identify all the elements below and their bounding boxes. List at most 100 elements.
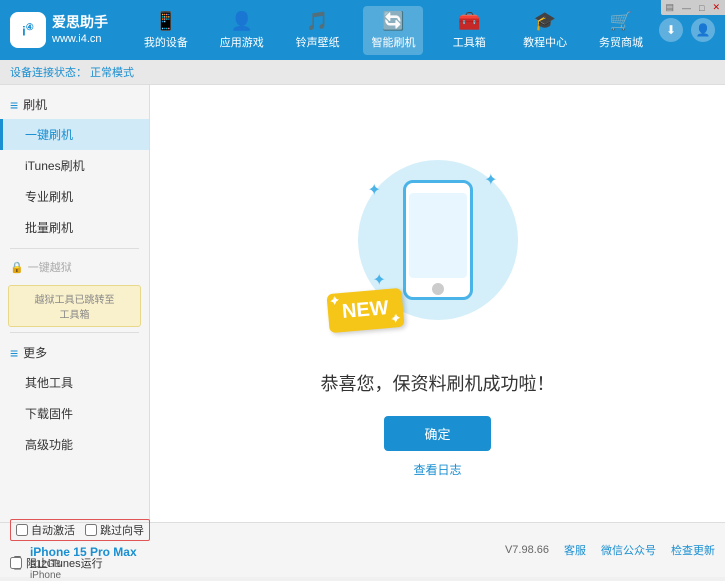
status-bar: 自动激活 跳过向导 📱 iPhone 15 Pro Max 512GB iPho…	[0, 522, 725, 577]
app-games-icon: 👤	[231, 11, 253, 32]
sidebar-more-section: ≡ 更多 其他工具 下载固件 高级功能	[0, 338, 149, 460]
breadcrumb: 设备连接状态： 正常模式	[0, 60, 725, 85]
check-update-link[interactable]: 检查更新	[671, 542, 715, 558]
sidebar-flash-header: ≡ 刷机	[0, 90, 149, 119]
ringtone-icon: 🎵	[306, 11, 328, 32]
sidebar-divider-2	[10, 332, 139, 333]
stop-itunes-checkbox[interactable]	[10, 557, 22, 569]
auto-activate-input[interactable]	[16, 524, 28, 536]
sidebar: ≡ 刷机 一键刷机 iTunes刷机 专业刷机 批量刷机 🔒 一键越狱	[0, 85, 150, 522]
sidebar-more-header: ≡ 更多	[0, 338, 149, 367]
download-firmware-label: 下载固件	[25, 407, 73, 421]
main-content: ✦ ✦ ✦ ✦ NEW ✦ 恭喜您，保资料刷机成功啦！ 确定 查看日志	[150, 85, 725, 522]
more-section-icon: ≡	[10, 345, 18, 361]
toolbox-icon: 🧰	[458, 11, 480, 32]
header-right: ⬇ 👤	[659, 18, 715, 42]
logo-subtitle: www.i4.cn	[52, 32, 108, 47]
nav-my-device-label: 我的设备	[144, 34, 188, 50]
version-text: V7.98.66	[505, 544, 549, 556]
window-controls[interactable]: ▤ — □ ✕	[661, 0, 725, 15]
my-device-icon: 📱	[155, 11, 177, 32]
nav-toolbox-label: 工具箱	[453, 34, 486, 50]
device-type: iPhone	[30, 570, 137, 581]
sparkle-top-right: ✦	[484, 170, 497, 190]
phone-screen	[409, 193, 467, 278]
confirm-button[interactable]: 确定	[384, 416, 490, 451]
itunes-flash-label: iTunes刷机	[25, 159, 85, 173]
sidebar-item-advanced[interactable]: 高级功能	[0, 429, 149, 460]
guide-input[interactable]	[85, 524, 97, 536]
breadcrumb-status: 正常模式	[90, 64, 134, 80]
phone-home-button	[432, 283, 444, 295]
sidebar-item-pro-flash[interactable]: 专业刷机	[0, 181, 149, 212]
download-button[interactable]: ⬇	[659, 18, 683, 42]
nav-app-games[interactable]: 👤 应用游戏	[212, 6, 272, 55]
sidebar-item-batch-flash[interactable]: 批量刷机	[0, 212, 149, 243]
sidebar-item-download-firmware[interactable]: 下载固件	[0, 398, 149, 429]
nav-smart-flash-label: 智能刷机	[371, 34, 415, 50]
sidebar-item-one-click-flash[interactable]: 一键刷机	[0, 119, 149, 150]
nav-app-games-label: 应用游戏	[220, 34, 264, 50]
success-message: 恭喜您，保资料刷机成功啦！	[321, 370, 555, 396]
logo-icon: i④	[10, 12, 46, 48]
flash-section-icon: ≡	[10, 97, 18, 113]
stop-itunes-label: 阻止iTunes运行	[26, 555, 103, 571]
new-badge: ✦ NEW ✦	[326, 287, 404, 332]
notice-line2: 工具箱	[15, 306, 134, 321]
sidebar-oneclick-header: 🔒 一键越狱	[0, 254, 149, 280]
auto-activate-checkbox[interactable]: 自动激活	[16, 522, 75, 538]
view-log-link[interactable]: 查看日志	[413, 461, 461, 478]
pro-flash-label: 专业刷机	[25, 190, 73, 204]
status-left: 自动激活 跳过向导 📱 iPhone 15 Pro Max 512GB iPho…	[10, 519, 150, 581]
one-click-flash-label: 一键刷机	[25, 128, 73, 142]
nav-my-device[interactable]: 📱 我的设备	[136, 6, 196, 55]
nav-service-label: 务贸商城	[599, 34, 643, 50]
sidebar-item-other-tools[interactable]: 其他工具	[0, 367, 149, 398]
smart-flash-icon: 🔄	[382, 11, 404, 32]
wifi-icon: ▤	[666, 2, 675, 13]
guide-label: 跳过向导	[100, 522, 144, 538]
sparkle-top-left: ✦	[368, 180, 381, 200]
lock-icon: 🔒	[10, 261, 24, 274]
nav-service[interactable]: 🛒 务贸商城	[591, 6, 651, 55]
sidebar-item-itunes-flash[interactable]: iTunes刷机	[0, 150, 149, 181]
sidebar-oneclick-section: 🔒 一键越狱 越狱工具已跳转至 工具箱	[0, 254, 149, 327]
status-right: V7.98.66 客服 微信公众号 检查更新	[505, 542, 715, 558]
notice-line1: 越狱工具已跳转至	[15, 291, 134, 306]
sparkle-bottom-left: ✦	[373, 270, 386, 290]
guide-checkbox[interactable]: 跳过向导	[85, 522, 144, 538]
maximize-button[interactable]: □	[699, 3, 704, 13]
content-area: ≡ 刷机 一键刷机 iTunes刷机 专业刷机 批量刷机 🔒 一键越狱	[0, 85, 725, 522]
nav-smart-flash[interactable]: 🔄 智能刷机	[363, 6, 423, 55]
logo: i④ 爱思助手 www.i4.cn	[10, 12, 108, 48]
tutorial-icon: 🎓	[534, 11, 556, 32]
service-icon: 🛒	[610, 11, 632, 32]
sidebar-notice: 越狱工具已跳转至 工具箱	[8, 285, 141, 327]
nav-tutorial[interactable]: 🎓 教程中心	[515, 6, 575, 55]
sidebar-flash-section: ≡ 刷机 一键刷机 iTunes刷机 专业刷机 批量刷机	[0, 90, 149, 243]
logo-text: 爱思助手 www.i4.cn	[52, 13, 108, 48]
nav-toolbox[interactable]: 🧰 工具箱	[439, 6, 499, 55]
auto-activate-label: 自动激活	[31, 522, 75, 538]
wechat-link[interactable]: 微信公众号	[601, 542, 656, 558]
stop-itunes-row: 阻止iTunes运行	[10, 555, 103, 571]
nav-bar: 📱 我的设备 👤 应用游戏 🎵 铃声壁纸 🔄 智能刷机 🧰 工具箱 🎓 教程中心…	[128, 6, 659, 55]
sidebar-oneclick-label: 一键越狱	[28, 259, 72, 275]
breadcrumb-prefix: 设备连接状态：	[10, 64, 87, 80]
sidebar-flash-label: 刷机	[23, 96, 47, 113]
logo-title: 爱思助手	[52, 13, 108, 33]
nav-tutorial-label: 教程中心	[523, 34, 567, 50]
advanced-label: 高级功能	[25, 438, 73, 452]
close-button[interactable]: ✕	[712, 2, 720, 13]
user-button[interactable]: 👤	[691, 18, 715, 42]
minimize-button[interactable]: —	[682, 3, 691, 13]
success-illustration: ✦ ✦ ✦ ✦ NEW ✦	[338, 130, 538, 350]
phone-image	[403, 180, 473, 300]
nav-ringtone[interactable]: 🎵 铃声壁纸	[288, 6, 348, 55]
nav-ringtone-label: 铃声壁纸	[296, 34, 340, 50]
other-tools-label: 其他工具	[25, 376, 73, 390]
checkbox-group: 自动激活 跳过向导	[10, 519, 150, 541]
sidebar-divider-1	[10, 248, 139, 249]
header: i④ 爱思助手 www.i4.cn 📱 我的设备 👤 应用游戏 🎵 铃声壁纸 🔄…	[0, 0, 725, 60]
home-link[interactable]: 客服	[564, 542, 586, 558]
